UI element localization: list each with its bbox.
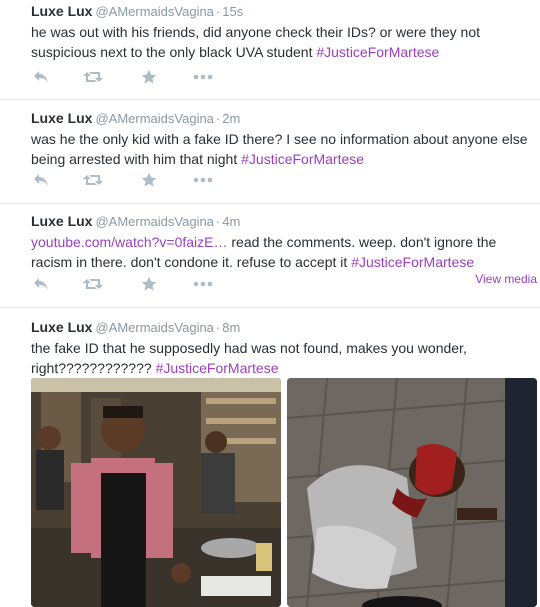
author-handle[interactable]: @AMermaidsVagina <box>95 214 213 229</box>
youtube-link[interactable]: youtube.com/watch?v=0faizE… <box>31 234 228 250</box>
more-icon[interactable] <box>193 275 213 293</box>
tweet-text: was he the only kid with a fake ID there… <box>31 129 531 169</box>
author-name[interactable]: Luxe Lux <box>31 319 92 335</box>
media-photo-street[interactable] <box>287 378 537 607</box>
tweet-actions <box>31 275 213 293</box>
tweet-actions <box>31 68 213 86</box>
more-icon[interactable] <box>193 68 213 86</box>
tweet-text: youtube.com/watch?v=0faizE… read the com… <box>31 232 531 272</box>
more-icon[interactable] <box>193 171 213 189</box>
star-icon[interactable] <box>139 68 159 86</box>
tweet-header: Luxe Lux @AMermaidsVagina · 2m <box>31 109 528 128</box>
separator-dot: · <box>215 214 221 229</box>
separator-dot: · <box>215 4 221 19</box>
reply-icon[interactable] <box>31 171 51 189</box>
tweet-timestamp[interactable]: 2m <box>222 111 240 126</box>
retweet-icon[interactable] <box>83 171 103 189</box>
retweet-icon[interactable] <box>83 275 103 293</box>
retweet-icon[interactable] <box>83 68 103 86</box>
hashtag-link[interactable]: #JusticeForMartese <box>241 151 364 167</box>
author-name[interactable]: Luxe Lux <box>31 110 92 126</box>
tweet-media <box>31 378 537 607</box>
tweet-text: the fake ID that he supposedly had was n… <box>31 338 531 378</box>
view-media-link[interactable]: View media <box>475 272 537 286</box>
tweet-timestamp[interactable]: 4m <box>222 214 240 229</box>
star-icon[interactable] <box>139 275 159 293</box>
tweet-header: Luxe Lux @AMermaidsVagina · 8m <box>31 318 528 337</box>
separator-dot: · <box>215 111 221 126</box>
author-handle[interactable]: @AMermaidsVagina <box>95 111 213 126</box>
tweet-header: Luxe Lux @AMermaidsVagina · 15s <box>31 2 528 21</box>
tweet-timestamp[interactable]: 15s <box>222 4 243 19</box>
hashtag-link[interactable]: #JusticeForMartese <box>316 44 439 60</box>
tweet[interactable]: Luxe Lux @AMermaidsVagina · 2m was he the o… <box>0 100 540 204</box>
tweet-header: Luxe Lux @AMermaidsVagina · 4m <box>31 212 528 231</box>
tweet-timestamp[interactable]: 8m <box>222 320 240 335</box>
tweet[interactable]: Luxe Lux @AMermaidsVagina · 15s he was out … <box>0 0 540 100</box>
tweet[interactable]: Luxe Lux @AMermaidsVagina · 4m youtube.com/… <box>0 204 540 308</box>
media-photo-store[interactable] <box>31 378 281 607</box>
author-name[interactable]: Luxe Lux <box>31 3 92 19</box>
reply-icon[interactable] <box>31 275 51 293</box>
author-handle[interactable]: @AMermaidsVagina <box>95 4 213 19</box>
tweet-actions <box>31 171 213 189</box>
author-name[interactable]: Luxe Lux <box>31 213 92 229</box>
author-handle[interactable]: @AMermaidsVagina <box>95 320 213 335</box>
hashtag-link[interactable]: #JusticeForMartese <box>351 254 474 270</box>
hashtag-link[interactable]: #JusticeForMartese <box>156 360 279 376</box>
tweet[interactable]: Luxe Lux @AMermaidsVagina · 8m the fake ID … <box>0 308 540 607</box>
separator-dot: · <box>215 320 221 335</box>
reply-icon[interactable] <box>31 68 51 86</box>
star-icon[interactable] <box>139 171 159 189</box>
tweet-text: he was out with his friends, did anyone … <box>31 22 531 62</box>
